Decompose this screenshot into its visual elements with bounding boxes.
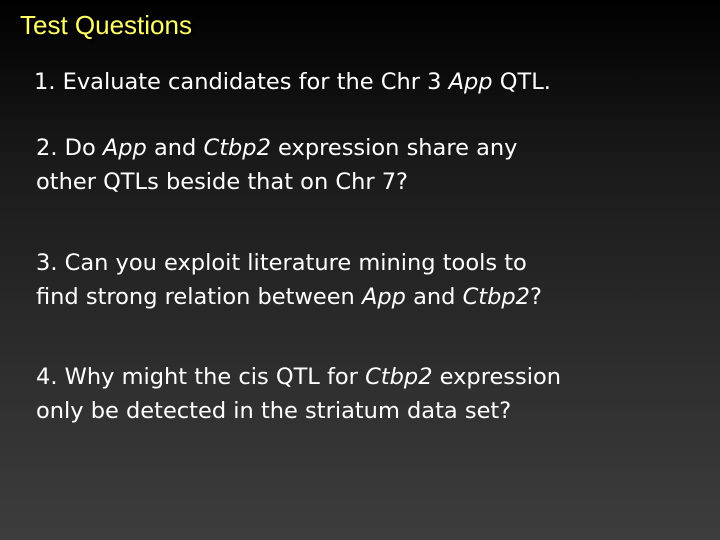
gene-ctbp2: Ctbp2 [462,284,530,310]
question-1-line-1: 1. Evaluate candidates for the Chr 3 App… [34,65,551,99]
question-3-text-c: and [405,284,463,310]
question-4-line-1: 4. Why might the cis QTL for Ctbp2 expre… [36,360,706,394]
gene-app: App [102,135,147,161]
gene-ctbp2: Ctbp2 [203,135,271,161]
question-1: 1. Evaluate candidates for the Chr 3 App… [34,65,551,99]
question-4: 4. Why might the cis QTL for Ctbp2 expre… [36,360,706,428]
question-2: 2. Do App and Ctbp2 expression share any… [36,131,706,199]
question-2-line-1: 2. Do App and Ctbp2 expression share any [36,131,706,165]
question-2-line-2: other QTLs beside that on Chr 7? [36,169,408,195]
question-3-text-a: find strong relation between [36,284,362,310]
gene-app: App [448,69,493,95]
question-4-text-c: expression [432,364,562,390]
question-2-text-c: and [146,135,204,161]
question-3-line-2: find strong relation between App and Ctb… [36,280,706,314]
gene-app: App [361,284,406,310]
question-1-text-c: QTL. [492,69,551,95]
question-1-text-a: 1. Evaluate candidates for the Chr 3 [34,69,449,95]
question-2-text-a: 2. Do [36,135,103,161]
question-4-line-2: only be detected in the striatum data se… [36,398,512,424]
question-2-text-e: expression share any [270,135,518,161]
question-3-text-e: ? [530,284,542,310]
slide-title: Test Questions [20,10,192,40]
question-3-line-1: 3. Can you exploit literature mining too… [36,250,527,276]
question-4-text-a: 4. Why might the cis QTL for [36,364,366,390]
question-3: 3. Can you exploit literature mining too… [36,246,706,314]
gene-ctbp2: Ctbp2 [365,364,433,390]
